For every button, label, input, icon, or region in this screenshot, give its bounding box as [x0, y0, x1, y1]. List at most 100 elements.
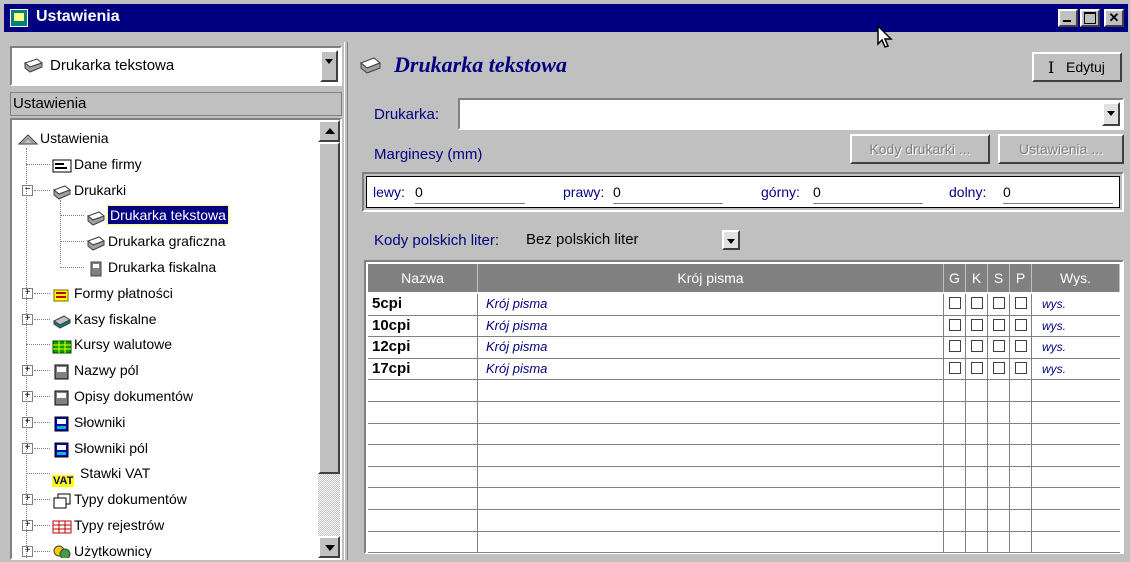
tree-item[interactable]: Drukarka fiskalna: [86, 255, 216, 279]
tree-item[interactable]: Dane firmy: [52, 152, 142, 176]
cell-name[interactable]: 10cpi: [368, 315, 478, 338]
cell-height[interactable]: [1032, 488, 1120, 510]
checkbox-s[interactable]: [992, 318, 1005, 331]
expand-icon[interactable]: +: [22, 416, 33, 428]
tree-item[interactable]: Drukarka tekstowa: [86, 203, 229, 227]
cell-name[interactable]: [368, 466, 478, 489]
chevron-down-icon[interactable]: [722, 230, 740, 250]
checkbox-s[interactable]: [992, 297, 1005, 309]
checkbox-g[interactable]: [948, 318, 961, 331]
expand-icon[interactable]: +: [22, 391, 33, 402]
tree-item[interactable]: Drukarka graficzna: [86, 229, 226, 253]
scroll-thumb[interactable]: [318, 142, 340, 474]
cell-name[interactable]: [368, 380, 478, 402]
table-row[interactable]: 10cpi Krój pisma wys.: [368, 315, 1120, 338]
settings-tree[interactable]: Ustawienia Dane firmy Drukarki − Drukarka te…: [10, 118, 342, 560]
cell-height[interactable]: [1032, 380, 1120, 402]
cell-name[interactable]: [368, 531, 478, 554]
minimize-button[interactable]: [1058, 9, 1078, 27]
pane-splitter[interactable]: [344, 42, 348, 560]
tree-item[interactable]: VAT Stawki VAT: [52, 461, 150, 487]
scroll-up-button[interactable]: [318, 120, 340, 142]
cell-font[interactable]: Krój pisma: [478, 294, 944, 316]
checkbox-p[interactable]: [1014, 340, 1027, 353]
cell-name[interactable]: [368, 445, 478, 467]
margin-right-field[interactable]: 0: [613, 181, 723, 204]
cell-font[interactable]: [478, 510, 944, 532]
cell-height[interactable]: [1032, 510, 1120, 532]
tree-item[interactable]: Słowniki pól: [52, 436, 148, 460]
table-row[interactable]: [368, 380, 1120, 402]
column-header-k[interactable]: K: [966, 264, 988, 292]
cell-font[interactable]: [478, 445, 944, 467]
expand-icon[interactable]: +: [22, 494, 33, 506]
margin-left-field[interactable]: 0: [415, 181, 525, 204]
cell-height[interactable]: wys.: [1032, 359, 1120, 381]
checkbox-p[interactable]: [1014, 361, 1027, 374]
margin-top-field[interactable]: 0: [813, 181, 923, 204]
checkbox-p[interactable]: [1014, 318, 1027, 331]
cell-height[interactable]: [1032, 445, 1120, 467]
checkbox-s[interactable]: [992, 361, 1005, 374]
tree-item[interactable]: Nazwy pól: [52, 358, 139, 382]
chevron-down-icon[interactable]: [1102, 102, 1120, 126]
cell-height[interactable]: wys.: [1032, 294, 1120, 316]
cell-name[interactable]: [368, 510, 478, 532]
cell-name[interactable]: 12cpi: [368, 337, 478, 359]
printer-settings-button[interactable]: Ustawienia ...: [998, 134, 1124, 164]
tree-item[interactable]: Typy rejestrów: [52, 513, 164, 537]
section-combo[interactable]: Drukarka tekstowa: [10, 46, 342, 86]
cell-name[interactable]: [368, 488, 478, 510]
cell-name[interactable]: 17cpi: [368, 358, 478, 381]
checkbox-p[interactable]: [1014, 297, 1027, 309]
cell-height[interactable]: [1032, 532, 1120, 554]
font-grid[interactable]: Nazwa Krój pisma G K S P Wys. 5cpi Krój pisma wys…: [364, 260, 1124, 554]
checkbox-s[interactable]: [992, 340, 1005, 353]
edit-button[interactable]: I Edytuj: [1032, 52, 1122, 82]
column-header-height[interactable]: Wys.: [1032, 264, 1120, 292]
printer-codes-button[interactable]: Kody drukarki ...: [850, 134, 990, 164]
margin-bottom-field[interactable]: 0: [1003, 181, 1113, 204]
tree-item[interactable]: Formy płatności: [52, 281, 173, 305]
cell-font[interactable]: Krój pisma: [478, 337, 944, 359]
column-header-font[interactable]: Krój pisma: [478, 264, 944, 292]
tree-scrollbar[interactable]: [318, 120, 340, 558]
cell-height[interactable]: [1032, 402, 1120, 424]
printer-select[interactable]: [458, 98, 1124, 130]
cell-font[interactable]: [478, 423, 944, 446]
cell-font[interactable]: Krój pisma: [478, 315, 944, 338]
checkbox-g[interactable]: [948, 361, 961, 374]
cell-height[interactable]: wys.: [1032, 316, 1120, 338]
scroll-down-button[interactable]: [318, 536, 340, 558]
table-row[interactable]: [368, 445, 1120, 467]
tree-item[interactable]: Użytkownicy: [52, 539, 152, 558]
cell-name[interactable]: 5cpi: [368, 294, 478, 316]
table-row[interactable]: 17cpi Krój pisma wys.: [368, 358, 1120, 381]
expand-icon[interactable]: +: [22, 520, 33, 531]
chevron-down-icon[interactable]: [320, 50, 338, 82]
cell-height[interactable]: [1032, 467, 1120, 489]
expand-icon[interactable]: +: [22, 442, 33, 454]
cell-name[interactable]: [368, 402, 478, 424]
table-row[interactable]: [368, 423, 1120, 446]
expand-icon[interactable]: +: [22, 365, 33, 377]
title-bar[interactable]: Ustawienia ✕: [4, 4, 1128, 32]
cell-height[interactable]: [1032, 424, 1120, 446]
checkbox-g[interactable]: [948, 340, 961, 353]
column-header-s[interactable]: S: [988, 264, 1010, 292]
close-button[interactable]: ✕: [1104, 9, 1124, 27]
polish-codes-select[interactable]: Bez polskich liter: [522, 228, 740, 252]
tree-item[interactable]: Drukarki: [52, 178, 126, 202]
checkbox-k[interactable]: [970, 340, 983, 353]
checkbox-k[interactable]: [970, 318, 983, 331]
tree-item[interactable]: Kasy fiskalne: [52, 307, 156, 331]
tree-item[interactable]: Opisy dokumentów: [52, 384, 193, 408]
tree-item[interactable]: Typy dokumentów: [52, 487, 187, 511]
checkbox-k[interactable]: [970, 361, 983, 374]
table-row[interactable]: [368, 510, 1120, 532]
column-header-g[interactable]: G: [944, 264, 966, 292]
expand-icon[interactable]: +: [22, 287, 33, 299]
cell-name[interactable]: [368, 423, 478, 446]
table-row[interactable]: [368, 466, 1120, 489]
expand-icon[interactable]: +: [22, 313, 33, 325]
